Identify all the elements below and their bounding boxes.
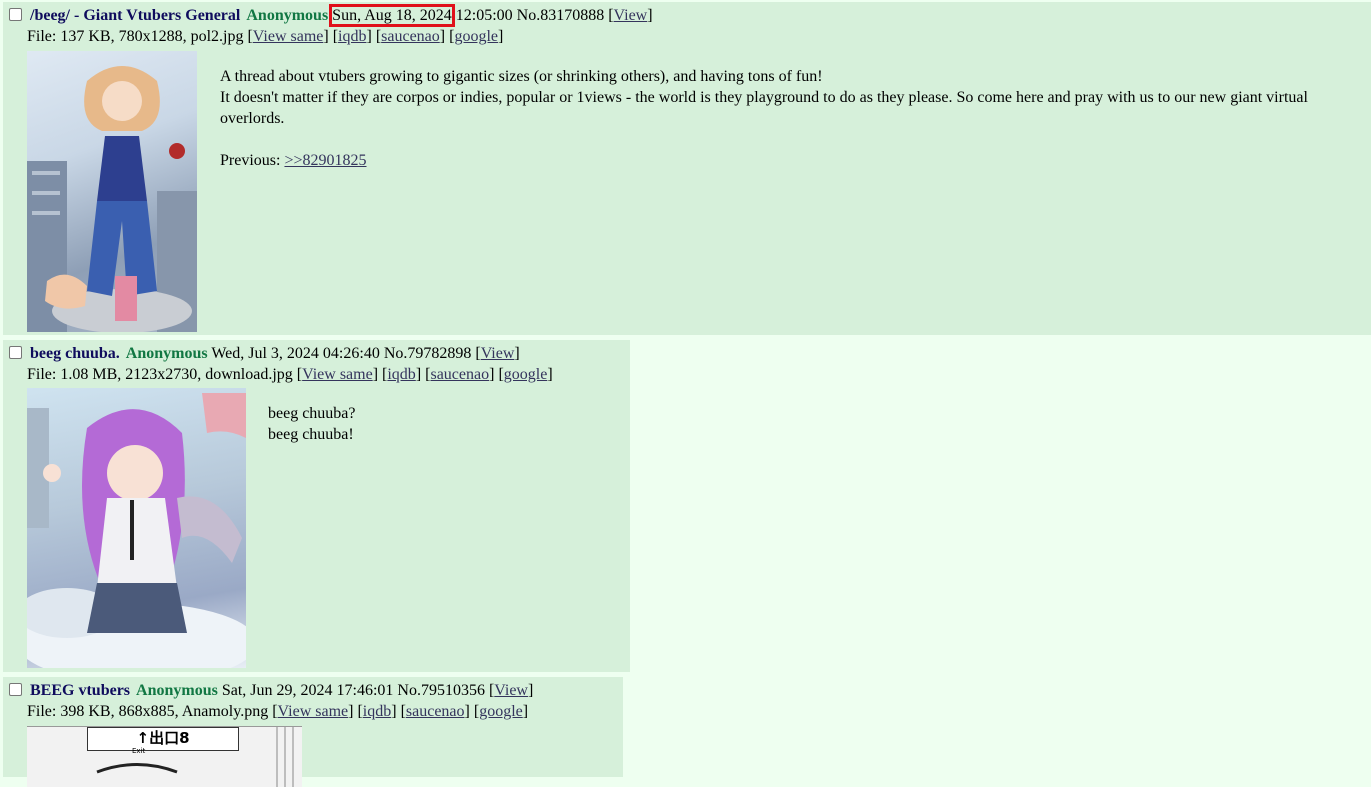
select-post-checkbox[interactable] — [9, 683, 22, 696]
post-subject: BEEG vtubers — [30, 682, 131, 699]
file-label: File: — [27, 366, 57, 383]
file-name: download.jpg — [205, 366, 293, 383]
post-header: /beeg/ - Giant Vtubers General Anonymous … — [9, 4, 653, 27]
post-header: BEEG vtubers Anonymous Sat, Jun 29, 2024 … — [9, 680, 533, 702]
post-79510356: BEEG vtubers Anonymous Sat, Jun 29, 2024 … — [3, 677, 623, 787]
file-info: File: 137 KB, 780x1288, pol2.jpg [View s… — [27, 28, 504, 45]
post-number: No.79510356 — [397, 682, 485, 699]
poster-name: Anonymous — [246, 7, 329, 24]
previous-label: Previous: — [220, 152, 281, 169]
file-name: Anamoly.png — [181, 703, 269, 720]
file-info: File: 398 KB, 868x885, Anamoly.png [View… — [27, 703, 529, 720]
post-message: A thread about vtubers growing to gigant… — [220, 66, 1330, 171]
saucenao-link[interactable]: saucenao — [406, 703, 465, 720]
post-date-highlighted: Sun, Aug 18, 2024 — [329, 4, 455, 27]
view-thread-link[interactable]: View — [494, 682, 528, 699]
iqdb-link[interactable]: iqdb — [387, 366, 415, 383]
post-79782898: beeg chuuba. Anonymous Wed, Jul 3, 2024 0… — [3, 340, 630, 672]
file-dimensions: 2123x2730, — [125, 366, 202, 383]
file-info: File: 1.08 MB, 2123x2730, download.jpg [… — [27, 366, 553, 383]
post-83170888: /beeg/ - Giant Vtubers General Anonymous … — [3, 2, 1371, 335]
saucenao-link[interactable]: saucenao — [430, 366, 489, 383]
google-link[interactable]: google — [479, 703, 523, 720]
saucenao-link[interactable]: saucenao — [381, 28, 440, 45]
post-message: beeg chuuba? beeg chuuba! — [268, 403, 356, 445]
post-thumbnail-image[interactable] — [27, 388, 246, 668]
post-message-line: beeg chuuba? — [268, 405, 356, 422]
post-number: No.79782898 — [383, 345, 472, 362]
manga-panel-lines — [96, 727, 294, 787]
post-subject: beeg chuuba. — [30, 345, 120, 362]
post-number: No.83170888 — [516, 7, 605, 24]
file-label: File: — [27, 703, 57, 720]
select-post-checkbox[interactable] — [9, 346, 22, 359]
poster-name: Anonymous — [136, 682, 218, 699]
post-thumbnail-image[interactable]: ↑出口8 Exit — [27, 726, 302, 787]
post-thumbnail-image[interactable] — [27, 51, 197, 332]
view-same-link[interactable]: View same — [278, 703, 349, 720]
iqdb-link[interactable]: iqdb — [363, 703, 391, 720]
giant-vtuber-illustration — [27, 66, 197, 332]
vtuber-illustration — [27, 393, 246, 668]
view-same-link[interactable]: View same — [302, 366, 373, 383]
previous-thread-line: Previous: >>82901825 — [220, 150, 1330, 171]
file-size: 398 KB, — [60, 703, 115, 720]
post-message-line: It doesn't matter if they are corpos or … — [220, 89, 1308, 127]
file-label: File: — [27, 28, 57, 45]
iqdb-link[interactable]: iqdb — [338, 28, 366, 45]
file-dimensions: 868x885, — [118, 703, 179, 720]
google-link[interactable]: google — [454, 28, 498, 45]
google-link[interactable]: google — [504, 366, 548, 383]
poster-name: Anonymous — [125, 345, 208, 362]
post-subject: /beeg/ - Giant Vtubers General — [30, 7, 241, 24]
select-post-checkbox[interactable] — [9, 8, 22, 21]
post-header: beeg chuuba. Anonymous Wed, Jul 3, 2024 0… — [9, 343, 520, 365]
post-datetime: Sat, Jun 29, 2024 17:46:01 — [221, 682, 394, 699]
file-size: 137 KB, — [60, 28, 115, 45]
post-message-line: A thread about vtubers growing to gigant… — [220, 68, 823, 85]
post-message-line: beeg chuuba! — [268, 426, 354, 443]
post-datetime: Wed, Jul 3, 2024 04:26:40 — [211, 345, 380, 362]
file-dimensions: 780x1288, — [118, 28, 187, 45]
view-same-link[interactable]: View same — [253, 28, 324, 45]
view-thread-link[interactable]: View — [614, 7, 648, 24]
post-time: 12:05:00 — [455, 7, 513, 24]
file-name: pol2.jpg — [190, 28, 244, 45]
previous-thread-link[interactable]: >>82901825 — [284, 152, 366, 169]
file-size: 1.08 MB, — [60, 366, 122, 383]
view-thread-link[interactable]: View — [481, 345, 515, 362]
